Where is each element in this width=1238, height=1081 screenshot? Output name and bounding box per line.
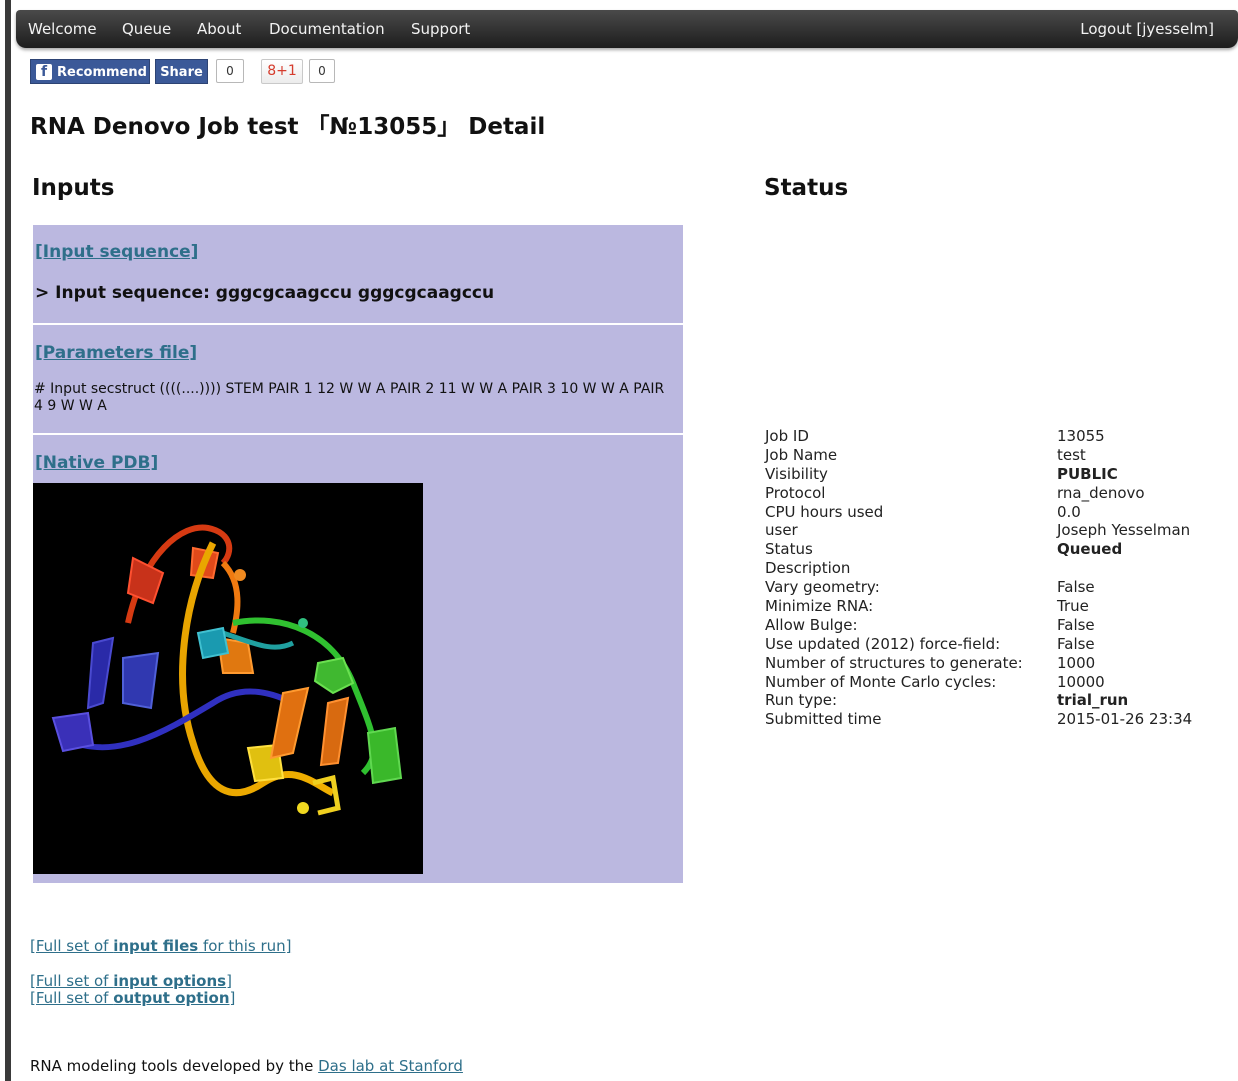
credits-text: RNA modeling tools developed by the xyxy=(30,1057,319,1075)
nav-documentation[interactable]: Documentation xyxy=(269,20,385,38)
das-lab-link[interactable]: Das lab at Stanford xyxy=(318,1057,463,1075)
logout-link[interactable]: Logout [jyesselm] xyxy=(1080,20,1214,38)
nav-about[interactable]: About xyxy=(197,20,241,38)
rna-structure-image xyxy=(33,483,423,874)
google-plus-count: 0 xyxy=(309,59,335,83)
parameters-text: # Input secstruct ((((....)))) STEM PAIR… xyxy=(34,381,665,414)
left-border xyxy=(5,0,11,1081)
nav-queue[interactable]: Queue xyxy=(122,20,171,38)
facebook-icon: f xyxy=(36,64,52,80)
parameters-file-link[interactable]: [Parameters file] xyxy=(35,343,197,363)
facebook-recommend-button[interactable]: f Recommend xyxy=(30,59,150,84)
facebook-count: 0 xyxy=(216,59,244,83)
input-options-link[interactable]: [Full set of input options] xyxy=(30,972,232,990)
page-title: RNA Denovo Job test 「№13055」 Detail xyxy=(30,114,546,140)
input-sequence-text: > Input sequence: gggcgcaagccu gggcgcaag… xyxy=(35,283,495,303)
google-plus-button[interactable]: 8+1 xyxy=(261,59,303,84)
top-navbar: Welcome Queue About Documentation Suppor… xyxy=(16,10,1238,48)
nav-welcome[interactable]: Welcome xyxy=(28,20,97,38)
recommend-label: Recommend xyxy=(57,65,147,80)
input-sequence-link[interactable]: [Input sequence] xyxy=(35,242,198,262)
native-pdb-panel: [Native PDB] xyxy=(33,435,683,883)
native-pdb-link[interactable]: [Native PDB] xyxy=(35,453,158,473)
inputs-heading: Inputs xyxy=(32,175,115,201)
credits-footer: RNA modeling tools developed by the Das … xyxy=(30,1057,463,1075)
output-option-link[interactable]: [Full set of output option] xyxy=(30,989,235,1007)
status-heading: Status xyxy=(764,175,849,201)
input-files-link[interactable]: [Full set of input files for this run] xyxy=(30,937,292,955)
facebook-share-button[interactable]: Share xyxy=(155,59,208,84)
nav-support[interactable]: Support xyxy=(411,20,470,38)
input-sequence-panel: [Input sequence] > Input sequence: gggcg… xyxy=(33,225,683,323)
parameters-panel: [Parameters file] # Input secstruct ((((… xyxy=(33,325,683,433)
